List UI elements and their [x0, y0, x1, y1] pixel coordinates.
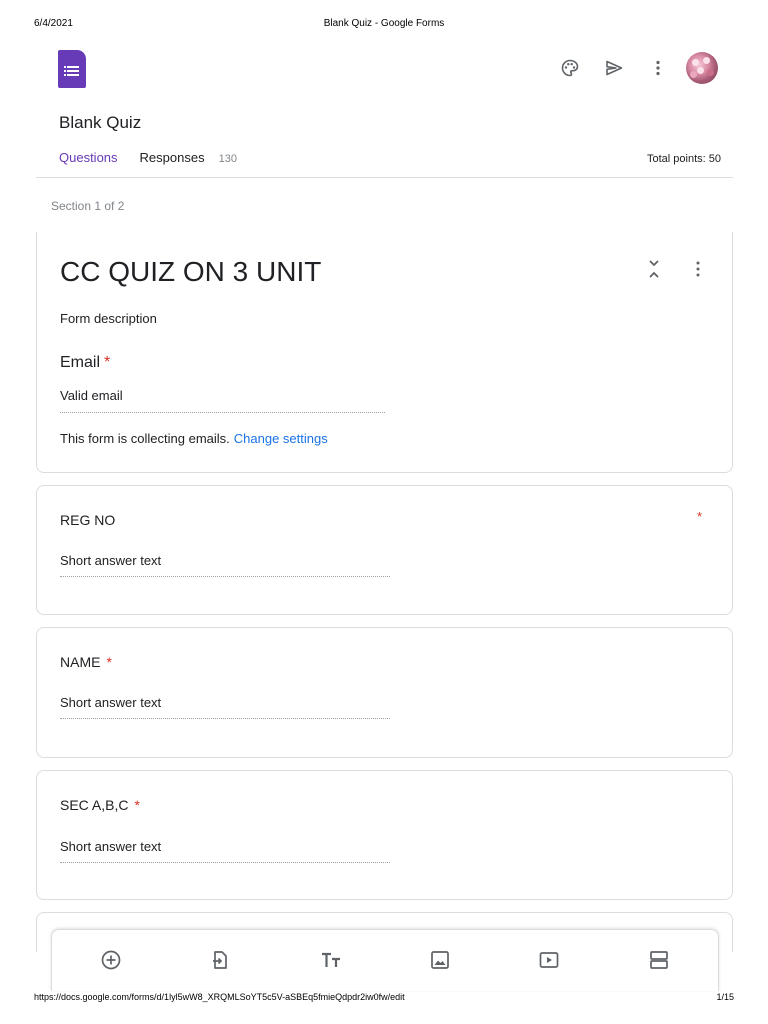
responses-count-badge: 130: [218, 153, 237, 165]
add-question-icon[interactable]: [99, 948, 123, 972]
total-points: Total points: 50: [647, 153, 721, 165]
add-image-icon[interactable]: [428, 948, 452, 972]
quiz-title[interactable]: CC QUIZ ON 3 UNIT: [60, 256, 321, 288]
question-title[interactable]: SEC A,B,C *: [60, 797, 140, 813]
form-description[interactable]: Form description: [60, 311, 157, 326]
form-tabs: Questions Responses 130: [59, 150, 237, 170]
form-header-card[interactable]: CC QUIZ ON 3 UNIT Form description Email…: [36, 232, 733, 473]
question-card[interactable]: SEC A,B,C * Short answer text: [36, 770, 733, 900]
question-card[interactable]: REG NO * Short answer text: [36, 485, 733, 615]
short-answer-field[interactable]: Short answer text: [60, 553, 390, 577]
print-url: https://docs.google.com/forms/d/1lyl5wW8…: [34, 992, 405, 1002]
add-section-icon[interactable]: [647, 948, 671, 972]
email-field[interactable]: Valid email: [60, 388, 385, 413]
question-title-text: SEC A,B,C: [60, 797, 129, 813]
question-title-text: NAME: [60, 654, 101, 670]
change-settings-link[interactable]: Change settings: [234, 431, 328, 446]
tabs-divider: [36, 177, 733, 178]
tab-responses[interactable]: Responses: [140, 150, 205, 165]
question-title[interactable]: REG NO: [60, 512, 115, 528]
more-vert-icon[interactable]: [642, 52, 674, 84]
collecting-emails-note: This form is collecting emails. Change se…: [60, 431, 328, 446]
short-answer-field[interactable]: Short answer text: [60, 839, 390, 863]
required-asterisk: *: [104, 354, 111, 371]
tab-questions[interactable]: Questions: [59, 150, 118, 165]
email-label: Email *: [60, 354, 110, 372]
print-window-title: Blank Quiz - Google Forms: [323, 18, 445, 29]
required-asterisk: *: [696, 509, 702, 524]
header-actions: [542, 52, 718, 84]
print-page-number: 1/15: [716, 992, 734, 1002]
collecting-emails-text: This form is collecting emails.: [60, 431, 230, 446]
collapse-section-icon[interactable]: [646, 258, 662, 280]
avatar[interactable]: [686, 52, 718, 84]
forms-logo-icon[interactable]: [58, 50, 86, 88]
question-toolbar: [51, 929, 719, 991]
section-label: Section 1 of 2: [51, 199, 125, 213]
add-title-icon[interactable]: [319, 948, 343, 972]
print-header: 6/4/2021 Blank Quiz - Google Forms: [0, 18, 768, 32]
email-label-text: Email: [60, 354, 101, 371]
section-more-icon[interactable]: [690, 260, 706, 278]
question-card[interactable]: NAME * Short answer text: [36, 627, 733, 758]
add-video-icon[interactable]: [537, 948, 561, 972]
required-asterisk: *: [134, 797, 140, 813]
print-footer: https://docs.google.com/forms/d/1lyl5wW8…: [0, 992, 768, 1006]
short-answer-field[interactable]: Short answer text: [60, 695, 390, 719]
send-icon[interactable]: [598, 52, 630, 84]
import-questions-icon[interactable]: [208, 948, 232, 972]
required-asterisk: *: [106, 654, 112, 670]
question-title[interactable]: NAME *: [60, 654, 112, 670]
palette-icon[interactable]: [554, 52, 586, 84]
form-title[interactable]: Blank Quiz: [59, 113, 141, 133]
